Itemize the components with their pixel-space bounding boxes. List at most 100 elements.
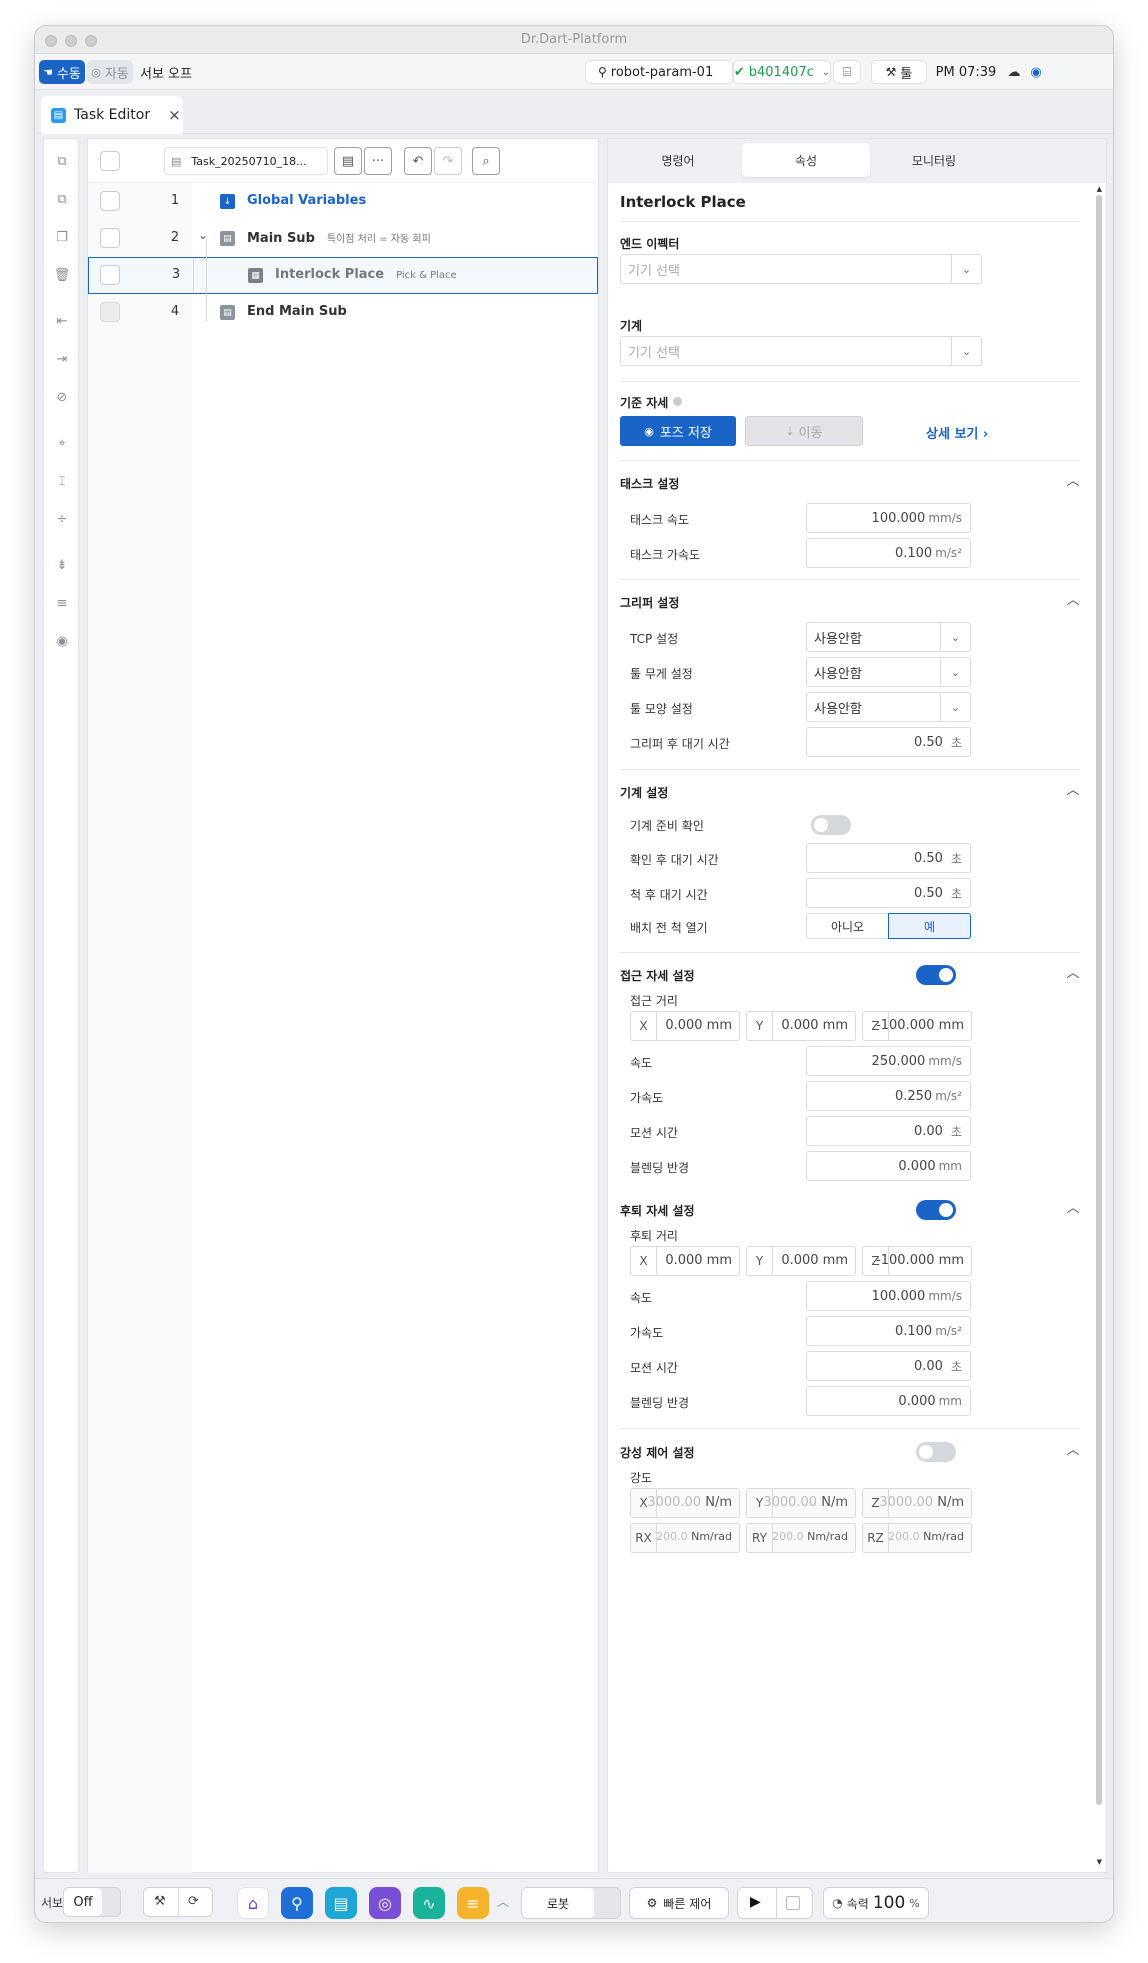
row-checkbox[interactable] (100, 228, 120, 248)
chevron-up-icon[interactable]: ︿ (1066, 594, 1080, 608)
gripper-wait-input[interactable]: 0.50 초 (806, 727, 971, 757)
mode-manual-button[interactable]: ☚ 수동 (39, 60, 85, 84)
step-icon[interactable]: ⇟ (53, 557, 71, 575)
compliance-y-input[interactable]: Y 3000.00 N/m (746, 1488, 856, 1518)
task-accel-input[interactable]: 0.100 m/s² (806, 538, 971, 568)
retreat-y-input[interactable]: Y 0.000 mm (746, 1246, 856, 1276)
chevron-up-icon[interactable]: ︿ (1066, 475, 1080, 489)
tab-task-editor[interactable]: ▤ Task Editor × (41, 96, 183, 134)
tool-button[interactable]: ⚒ 툴 (871, 60, 927, 84)
tree-row[interactable]: 1 ↓ Global Variables (88, 183, 598, 220)
tree-row[interactable]: 4 ▤ End Main Sub (88, 294, 598, 331)
notes-app-icon[interactable]: ≡ (457, 1887, 489, 1919)
align-icon[interactable]: ⌶ (53, 473, 71, 491)
open-chuck-no-button[interactable]: 아니오 (806, 913, 889, 939)
target-icon[interactable]: ⌖ (53, 435, 71, 453)
retreat-x-input[interactable]: X 0.000 mm (630, 1246, 740, 1276)
compliance-z-input[interactable]: Z 3000.00 N/m (862, 1488, 972, 1518)
end-effector-select[interactable]: 기기 선택 ⌄ (620, 254, 982, 284)
outdent-icon[interactable]: ⇥ (53, 351, 71, 369)
row-checkbox[interactable] (100, 265, 120, 285)
save-pose-button[interactable]: ◉ 포즈 저장 (620, 416, 736, 446)
paste-icon[interactable]: ❐ (53, 229, 71, 247)
row-checkbox[interactable] (100, 302, 120, 322)
indent-icon[interactable]: ⇤ (53, 313, 71, 331)
cloud-sync-icon[interactable]: ☁ (1003, 60, 1025, 84)
chevron-up-icon[interactable]: ︿ (1066, 1202, 1080, 1216)
tcp-select[interactable]: 사용안함 ⌄ (806, 622, 971, 652)
tree-row-selected[interactable]: 3 ▦ Interlock Place Pick & Place (88, 257, 598, 294)
robot-toggle[interactable]: 로봇 (521, 1887, 621, 1919)
tool-shape-select[interactable]: 사용안함 ⌄ (806, 692, 971, 722)
servo-switch[interactable]: Off (63, 1887, 121, 1917)
detail-link[interactable]: 상세 보기 › (926, 423, 988, 442)
row-checkbox[interactable] (100, 191, 120, 211)
open-chuck-yes-button[interactable]: 예 (888, 913, 971, 939)
chevron-up-icon[interactable]: ︿ (1066, 784, 1080, 798)
sync-icon[interactable]: ⟳ (188, 1894, 199, 1909)
quick-control-button[interactable]: ⚙ 빠른 제어 (629, 1887, 729, 1919)
tab-properties[interactable]: 속성 (742, 143, 870, 177)
retreat-motion-time-input[interactable]: 0.00 초 (806, 1351, 971, 1381)
wrench-icon[interactable]: ⚒ (154, 1894, 166, 1909)
folder-button[interactable]: ⌸ (833, 60, 861, 84)
task-app-icon[interactable]: ▤ (325, 1887, 357, 1919)
approach-speed-input[interactable]: 250.000 mm/s (806, 1046, 971, 1076)
retreat-toggle[interactable] (916, 1200, 956, 1220)
chuck-wait-input[interactable]: 0.50 초 (806, 878, 971, 908)
machine-select[interactable]: 기기 선택 ⌄ (620, 336, 982, 366)
compliance-ry-input[interactable]: RY 200.0 Nm/rad (746, 1523, 856, 1553)
approach-blend-input[interactable]: 0.000 mm (806, 1151, 971, 1181)
tab-commands[interactable]: 명령어 (614, 143, 742, 177)
retreat-blend-input[interactable]: 0.000 mm (806, 1386, 971, 1416)
tool-weight-select[interactable]: 사용안함 ⌄ (806, 657, 971, 687)
compliance-x-input[interactable]: X 3000.00 N/m (630, 1488, 740, 1518)
robot-selector[interactable]: ⚲ robot-param-01 (585, 60, 733, 84)
stop-icon[interactable] (786, 1896, 800, 1910)
retreat-speed-input[interactable]: 100.000 mm/s (806, 1281, 971, 1311)
retreat-z-input[interactable]: Z -100.000 mm (862, 1246, 972, 1276)
retreat-accel-input[interactable]: 0.100 m/s² (806, 1316, 971, 1346)
approach-y-input[interactable]: Y 0.000 mm (746, 1011, 856, 1041)
machine-ready-toggle[interactable] (811, 815, 851, 835)
monitor-app-icon[interactable]: ∿ (413, 1887, 445, 1919)
close-tab-icon[interactable]: × (168, 106, 181, 124)
tab-monitoring[interactable]: 모니터링 (870, 143, 998, 177)
more-button[interactable]: ··· (364, 147, 392, 175)
settings-app-icon[interactable]: ◎ (369, 1887, 401, 1919)
split-icon[interactable]: ÷ (53, 511, 71, 529)
disable-icon[interactable]: ⊘ (53, 389, 71, 407)
robot-app-icon[interactable]: ⚲ (281, 1887, 313, 1919)
mode-auto-button[interactable]: ◎ 자동 (87, 60, 133, 84)
redo-button[interactable]: ↷ (434, 147, 462, 175)
file-name-field[interactable]: ▤ Task_20250710_18... (164, 147, 328, 175)
task-speed-input[interactable]: 100.000 mm/s (806, 503, 971, 533)
move-button[interactable]: ⇣ 이동 (745, 416, 863, 446)
copy-icon[interactable]: ⧉ (53, 153, 71, 171)
approach-z-input[interactable]: Z -100.000 mm (862, 1011, 972, 1041)
commit-selector[interactable]: ✔ b401407c ⌄ (733, 60, 831, 84)
delete-icon[interactable]: 🗑 (53, 267, 71, 285)
approach-accel-input[interactable]: 0.250 m/s² (806, 1081, 971, 1111)
breakpoint-list-icon[interactable]: ≡ (53, 595, 71, 613)
speed-control[interactable]: ◔ 속력 100 % (823, 1887, 929, 1919)
help-icon[interactable]: ◉ (1025, 60, 1047, 84)
compliance-rz-input[interactable]: RZ 200.0 Nm/rad (862, 1523, 972, 1553)
tree-row[interactable]: 2 ⌄ ▤ Main Sub 특이점 처리 = 자동 회피 (88, 220, 598, 257)
document-view-button[interactable]: ▤ (334, 147, 362, 175)
approach-motion-time-input[interactable]: 0.00 초 (806, 1116, 971, 1146)
play-icon[interactable]: ▶ (750, 1894, 761, 1910)
compliance-toggle[interactable] (916, 1442, 956, 1462)
chevron-up-icon[interactable]: ︿ (1066, 1444, 1080, 1458)
home-app-icon[interactable]: ⌂ (237, 1887, 269, 1919)
check-wait-input[interactable]: 0.50 초 (806, 843, 971, 873)
duplicate-icon[interactable]: ⧉ (53, 191, 71, 209)
chevron-up-icon[interactable]: ︿ (497, 1893, 509, 1910)
search-button[interactable]: ⌕ (472, 147, 500, 175)
approach-x-input[interactable]: X 0.000 mm (630, 1011, 740, 1041)
approach-toggle[interactable] (916, 965, 956, 985)
chevron-up-icon[interactable]: ︿ (1066, 967, 1080, 981)
select-all-checkbox[interactable] (100, 151, 120, 171)
record-icon[interactable]: ◉ (53, 633, 71, 651)
undo-button[interactable]: ↶ (404, 147, 432, 175)
